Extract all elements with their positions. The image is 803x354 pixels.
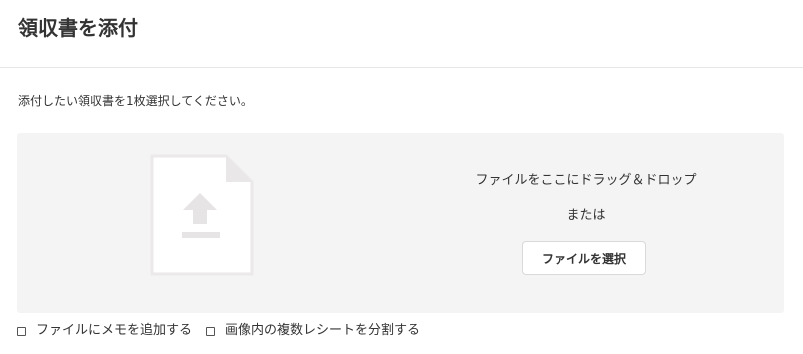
file-upload-icon [150,154,254,276]
split-receipts-checkbox[interactable] [206,326,216,336]
instruction-text: 添付したい領収書を1枚選択してください。 [18,94,253,108]
add-memo-option[interactable]: ファイルにメモを追加する [17,321,192,341]
file-drop-zone[interactable]: ファイルをここにドラッグ＆ドロップ または ファイルを選択 [17,133,784,313]
select-file-button[interactable]: ファイルを選択 [522,241,646,275]
or-separator-text: または [566,208,606,223]
drop-instruction-text: ファイルをここにドラッグ＆ドロップ [475,173,697,188]
add-memo-checkbox[interactable] [17,326,26,336]
dialog-header: 領収書を添付 [0,0,803,68]
add-memo-label: ファイルにメモを追加する [36,323,193,338]
upload-options: ファイルにメモを追加する 画像内の複数レシートを分割する [17,321,434,341]
split-receipts-label: 画像内の複数レシートを分割する [225,323,421,338]
split-receipts-option[interactable]: 画像内の複数レシートを分割する [206,321,420,341]
page-title: 領収書を添付 [18,16,138,40]
